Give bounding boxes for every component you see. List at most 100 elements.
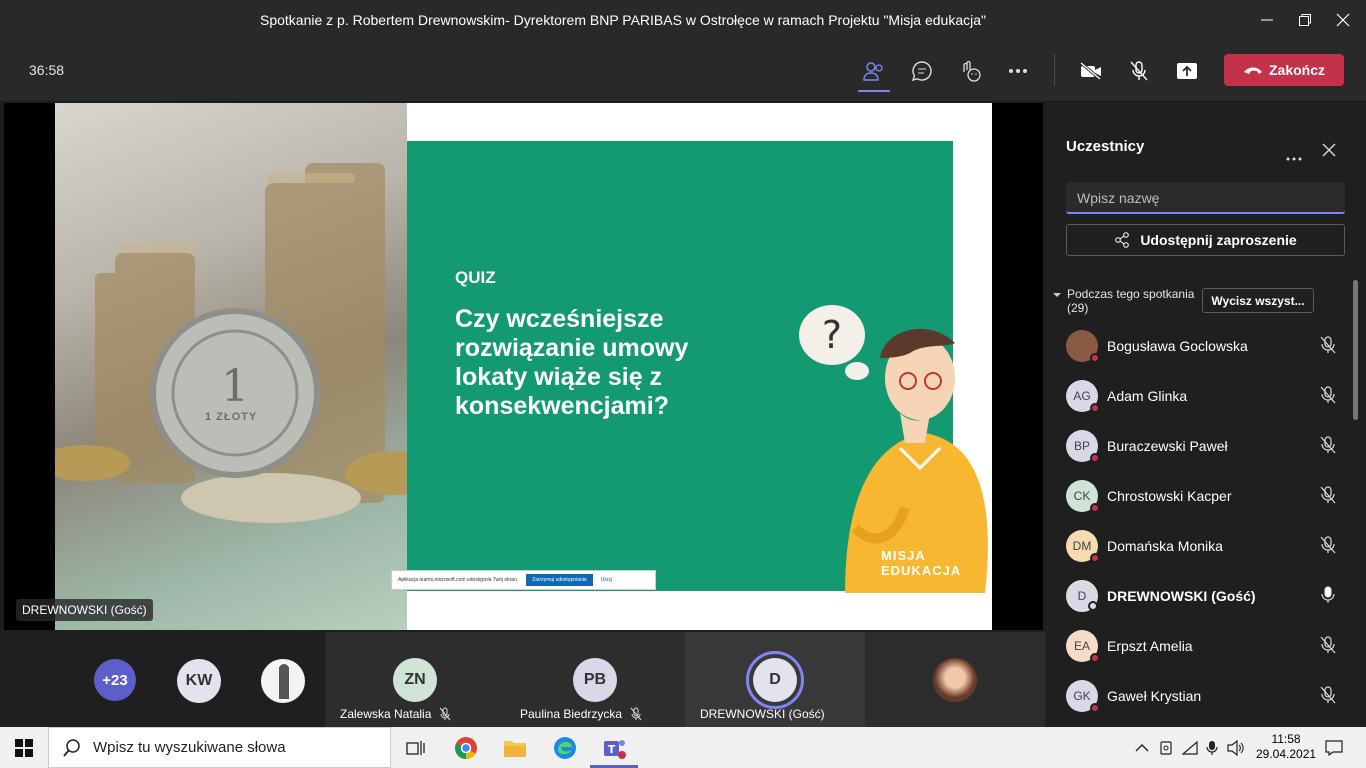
- participant-row[interactable]: GK Gaweł Krystian: [1066, 671, 1336, 721]
- participants-button[interactable]: [856, 53, 892, 92]
- mic-off-icon: [1130, 61, 1148, 81]
- coin-value-text: 1: [221, 361, 249, 412]
- mic-on-icon[interactable]: [1320, 586, 1336, 604]
- raise-hand-icon: [963, 60, 981, 82]
- share-invite-button[interactable]: Udostępnij zaproszenie: [1066, 224, 1345, 256]
- more-participants-button[interactable]: +23: [94, 659, 136, 701]
- participant-search-input[interactable]: Wpisz nazwę: [1066, 182, 1345, 214]
- end-call-label: Zakończ: [1268, 62, 1325, 78]
- participant-row[interactable]: BP Buraczewski Paweł: [1066, 421, 1336, 471]
- mic-toggle-button[interactable]: [1121, 53, 1157, 89]
- edge-icon: [554, 737, 576, 759]
- participant-avatar: D: [1066, 580, 1098, 612]
- close-icon: [1336, 13, 1350, 27]
- video-tile-drewnowski[interactable]: D DREWNOWSKI (Gość): [685, 632, 865, 727]
- minimize-icon: [1261, 19, 1273, 21]
- reactions-button[interactable]: [952, 53, 988, 89]
- taskbar-clock[interactable]: 11:58 29.04.2021: [1256, 732, 1316, 762]
- participant-row[interactable]: CK Chrostowski Kacper: [1066, 471, 1336, 521]
- mic-off-icon[interactable]: [1320, 386, 1336, 404]
- teams-taskbar-button[interactable]: T: [600, 734, 628, 762]
- participant-photo-avatar[interactable]: [261, 659, 305, 703]
- share-content-button[interactable]: [1169, 53, 1205, 89]
- folder-icon: [504, 741, 526, 757]
- chrome-taskbar-button[interactable]: [452, 734, 480, 762]
- svg-text:T: T: [608, 743, 616, 756]
- notifications-button[interactable]: [1320, 734, 1348, 762]
- panel-more-button[interactable]: [1286, 148, 1302, 166]
- chrome-icon: [455, 737, 477, 759]
- panel-close-button[interactable]: [1322, 143, 1336, 162]
- participant-row[interactable]: AG Adam Glinka: [1066, 371, 1336, 421]
- status-dot: [1090, 353, 1100, 363]
- toolbar-separator: [1054, 54, 1055, 86]
- coin-label: 1 ZŁOTY: [205, 411, 258, 423]
- status-dot: [1090, 553, 1100, 563]
- slide-question: Czy wcześniejsze rozwiązanie umowy lokat…: [455, 305, 689, 420]
- mic-off-icon[interactable]: [1320, 436, 1336, 454]
- teams-icon: T: [604, 740, 626, 759]
- participant-avatar: [1066, 330, 1100, 363]
- hang-up-icon: [1243, 67, 1262, 74]
- mic-off-icon: [439, 707, 451, 721]
- chat-icon: [911, 61, 932, 82]
- participant-name: Buraczewski Paweł: [1107, 438, 1228, 454]
- participant-row[interactable]: EA Erpszt Amelia: [1066, 621, 1336, 671]
- hide-notification-link[interactable]: Ukryj: [601, 577, 612, 583]
- participant-avatar-kw[interactable]: KW: [177, 659, 221, 703]
- participant-list: Bogusława Goclowska AG Adam Glinka BP Buracz…: [1066, 321, 1336, 721]
- tile-name: Zalewska Natalia: [340, 707, 451, 721]
- task-view-button[interactable]: [402, 734, 430, 762]
- mute-all-button[interactable]: Wycisz wszyst...: [1202, 288, 1314, 313]
- status-dot: [1090, 503, 1100, 513]
- meeting-timer: 36:58: [29, 62, 65, 78]
- taskbar-search-placeholder: Wpisz tu wyszukiwane słowa: [93, 739, 286, 756]
- restore-icon: [1299, 14, 1311, 26]
- mic-off-icon: [630, 707, 642, 721]
- end-call-button[interactable]: Zakończ: [1224, 54, 1344, 86]
- screen-share-notification: Aplikacja teams.microsoft.com udostępnia…: [391, 570, 656, 590]
- video-tile-biedrzycka[interactable]: PB Paulina Biedrzycka: [505, 632, 685, 727]
- start-button[interactable]: [10, 734, 38, 762]
- participant-name: Gaweł Krystian: [1107, 688, 1202, 704]
- mic-off-icon[interactable]: [1320, 486, 1336, 504]
- status-dot: [1090, 403, 1100, 413]
- chat-button[interactable]: [904, 53, 940, 89]
- search-icon: [63, 738, 80, 757]
- participant-name: Chrostowski Kacper: [1107, 488, 1232, 504]
- participants-panel: Uczestnicy Wpisz nazwę Udostępnij zapros…: [1045, 103, 1366, 727]
- volume-tray-button[interactable]: [1222, 734, 1250, 762]
- chevron-down-icon: [1053, 293, 1061, 297]
- participant-row[interactable]: DM Domańska Monika: [1066, 521, 1336, 571]
- participant-row[interactable]: D DREWNOWSKI (Gość): [1066, 571, 1336, 621]
- share-invite-label: Udostępnij zaproszenie: [1140, 232, 1297, 248]
- video-tile-photo[interactable]: [865, 632, 1045, 727]
- participant-name: DREWNOWSKI (Gość): [1107, 588, 1256, 604]
- slide-quiz-label: QUIZ: [455, 268, 496, 287]
- task-view-icon: [406, 741, 425, 755]
- mic-off-icon[interactable]: [1320, 636, 1336, 654]
- participant-avatar: EA: [1066, 630, 1100, 663]
- edge-taskbar-button[interactable]: [551, 734, 579, 762]
- mic-off-icon[interactable]: [1320, 336, 1336, 354]
- more-actions-button[interactable]: [1000, 53, 1036, 89]
- file-explorer-taskbar-button[interactable]: [501, 734, 529, 762]
- mic-off-icon[interactable]: [1320, 536, 1336, 554]
- stop-sharing-button[interactable]: Zatrzymaj udostępnianie: [526, 574, 593, 586]
- speaking-ring: D: [746, 651, 804, 709]
- close-window-button[interactable]: [1320, 0, 1366, 40]
- mic-off-icon[interactable]: [1320, 686, 1336, 704]
- participant-name: Erpszt Amelia: [1107, 638, 1193, 654]
- meeting-section-header[interactable]: Podczas tego spotkania (29): [1053, 287, 1203, 315]
- camera-toggle-button[interactable]: [1073, 53, 1109, 89]
- taskbar-search-box[interactable]: Wpisz tu wyszukiwane słowa: [48, 727, 391, 768]
- video-tile-zalewska[interactable]: ZN Zalewska Natalia: [325, 632, 505, 727]
- camera-off-icon: [1080, 62, 1101, 80]
- participant-row[interactable]: Bogusława Goclowska: [1066, 321, 1336, 371]
- participant-name: Domańska Monika: [1107, 538, 1223, 554]
- section-label: Podczas tego spotkania (29): [1067, 287, 1195, 315]
- panel-scrollbar[interactable]: [1353, 280, 1358, 420]
- status-dot: [1088, 601, 1098, 611]
- coins-illustration: 1: [55, 163, 445, 523]
- tile-avatar: PB: [573, 658, 617, 702]
